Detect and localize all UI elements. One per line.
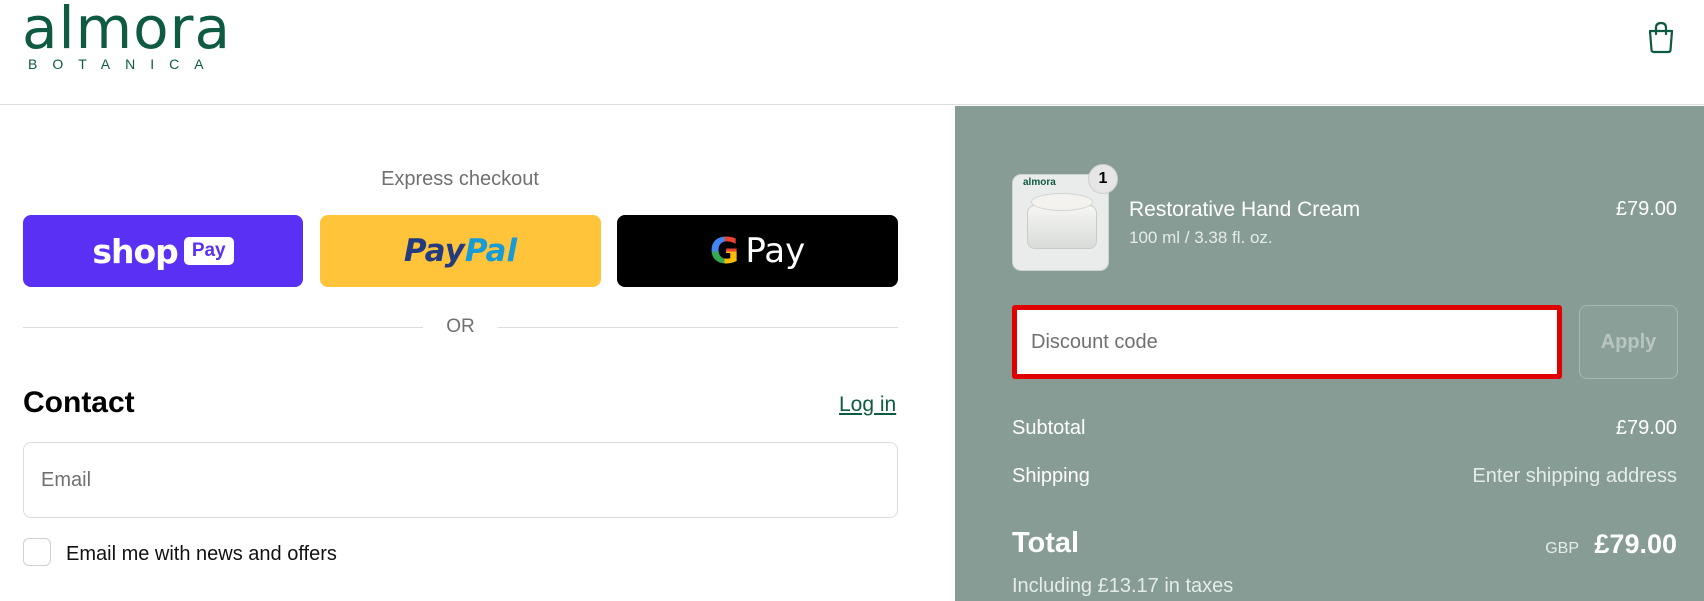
product-variant: 100 ml / 3.38 fl. oz. — [1129, 228, 1273, 247]
shopping-bag-icon[interactable] — [1646, 20, 1676, 54]
tax-note: Including £13.17 in taxes — [1012, 575, 1234, 597]
quantity-badge: 1 — [1088, 164, 1118, 194]
total-value: £79.00 — [1594, 529, 1677, 559]
product-cream-image — [1031, 193, 1093, 211]
newsletter-label: Email me with news and offers — [66, 543, 337, 565]
shipping-label: Shipping — [1012, 465, 1090, 487]
apply-discount-button[interactable]: Apply — [1579, 305, 1678, 379]
newsletter-checkbox[interactable] — [23, 538, 51, 566]
brand-name: almora — [22, 0, 232, 62]
google-pay-word: Pay — [745, 231, 806, 271]
order-summary: almora 1 Restorative Hand Cream 100 ml /… — [955, 106, 1704, 601]
paypal-logo-part2: Pal — [464, 233, 518, 269]
subtotal-label: Subtotal — [1012, 417, 1086, 439]
product-jar-image — [1027, 205, 1097, 249]
shop-pay-tag: Pay — [183, 237, 234, 265]
email-input[interactable] — [23, 442, 898, 518]
checkout-main: Express checkout shop Pay PayPal G Pay O… — [0, 106, 955, 601]
thumbnail-brand: almora — [1023, 177, 1056, 188]
log-in-link[interactable]: Log in — [839, 393, 896, 417]
product-price: £79.00 — [1615, 198, 1677, 220]
total-label: Total — [1012, 527, 1080, 559]
divider-right — [498, 327, 898, 328]
discount-code-input[interactable] — [1012, 305, 1562, 379]
express-checkout-title: Express checkout — [381, 168, 539, 190]
shop-pay-button[interactable]: shop Pay — [23, 215, 303, 287]
contact-heading: Contact — [23, 386, 135, 419]
google-pay-logo: G Pay — [710, 231, 806, 272]
shop-pay-word: shop — [92, 231, 178, 271]
paypal-button[interactable]: PayPal — [320, 215, 601, 287]
subtotal-value: £79.00 — [1615, 417, 1677, 439]
brand-subtitle: BOTANICA — [28, 56, 219, 72]
google-pay-button[interactable]: G Pay — [617, 215, 898, 287]
brand-logo[interactable]: almora BOTANICA — [22, 0, 231, 72]
total-currency: GBP — [1545, 540, 1579, 557]
shipping-value: Enter shipping address — [1472, 465, 1677, 487]
product-name: Restorative Hand Cream — [1129, 198, 1361, 221]
paypal-logo: PayPal — [404, 233, 517, 269]
site-header: almora BOTANICA — [0, 0, 1704, 105]
google-g-icon: G — [709, 230, 740, 272]
paypal-logo-part1: Pay — [403, 233, 465, 269]
or-separator: OR — [23, 312, 898, 342]
